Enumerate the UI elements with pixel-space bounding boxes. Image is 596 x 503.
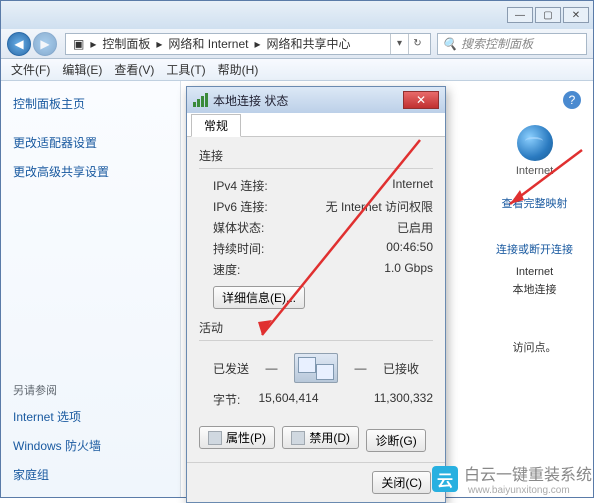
access-type-label: Internet — [496, 263, 573, 281]
dialog-titlebar[interactable]: 本地连接 状态 ✕ — [187, 87, 445, 113]
search-placeholder: 搜索控制面板 — [461, 35, 533, 52]
sidebar: 控制面板主页 更改适配器设置 更改高级共享设置 另请参阅 Internet 选项… — [1, 81, 181, 497]
menu-view[interactable]: 查看(V) — [108, 61, 160, 78]
breadcrumb-seg-2[interactable]: 网络和 Internet — [165, 35, 251, 52]
dash-icon: — — [354, 361, 366, 375]
close-button[interactable]: 关闭(C) — [372, 471, 431, 494]
maximize-button[interactable]: ▢ — [535, 7, 561, 23]
tab-row: 常规 — [187, 113, 445, 137]
duration-value: 00:46:50 — [386, 240, 433, 257]
sidebar-firewall[interactable]: Windows 防火墙 — [13, 431, 168, 460]
help-icon[interactable]: ? — [563, 91, 581, 109]
media-label: 媒体状态: — [213, 219, 264, 236]
connection-section-label: 连接 — [199, 147, 433, 164]
view-full-map-link[interactable]: 查看完整映射 — [496, 195, 573, 211]
bytes-recv-value: 11,300,332 — [337, 391, 433, 408]
menu-file[interactable]: 文件(F) — [5, 61, 56, 78]
local-connection-link[interactable]: 本地连接 — [496, 281, 573, 299]
sidebar-internet-options[interactable]: Internet 选项 — [13, 402, 168, 431]
dialog-body: 连接 IPv4 连接: Internet IPv6 连接: 无 Internet 访… — [187, 137, 445, 462]
network-map: Internet 查看完整映射 连接或断开连接 Internet 本地连接 访问… — [496, 125, 573, 357]
search-input[interactable]: 🔍 搜索控制面板 — [437, 33, 587, 55]
duration-label: 持续时间: — [213, 240, 264, 257]
signal-icon — [193, 93, 209, 107]
menu-bar: 文件(F) 编辑(E) 查看(V) 工具(T) 帮助(H) — [1, 59, 593, 81]
chevron-right-icon: ▸ — [153, 37, 165, 51]
refresh-button[interactable]: ↻ — [408, 34, 426, 54]
window-titlebar: — ▢ ✕ — [1, 1, 593, 29]
sidebar-adapters[interactable]: 更改适配器设置 — [13, 128, 168, 157]
ipv6-label: IPv6 连接: — [213, 198, 268, 215]
chevron-right-icon: ▸ — [251, 37, 263, 51]
media-value: 已启用 — [397, 219, 433, 236]
recv-label: 已接收 — [383, 360, 419, 377]
dash-icon: — — [266, 361, 278, 375]
dialog-title: 本地连接 状态 — [213, 92, 288, 109]
ipv4-value: Internet — [392, 177, 433, 194]
ipv6-value: 无 Internet 访问权限 — [326, 198, 433, 215]
watermark-url: www.baiyunxitong.com — [468, 485, 592, 496]
shield-icon — [291, 431, 305, 445]
activity-section-label: 活动 — [199, 319, 433, 336]
properties-button[interactable]: 属性(P) — [199, 426, 275, 449]
sidebar-sharing[interactable]: 更改高级共享设置 — [13, 157, 168, 186]
breadcrumb-seg-3[interactable]: 网络和共享中心 — [263, 35, 353, 52]
local-connection-status-dialog: 本地连接 状态 ✕ 常规 连接 IPv4 连接: Internet IPv6 连接… — [186, 86, 446, 503]
bytes-label: 字节: — [213, 391, 240, 408]
shield-icon — [208, 431, 222, 445]
chevron-down-icon[interactable]: ▾ — [390, 34, 408, 54]
internet-label: Internet — [496, 165, 573, 177]
menu-tools[interactable]: 工具(T) — [160, 61, 211, 78]
search-icon: 🔍 — [442, 37, 457, 51]
watermark: 云 白云一键重装系统 www.baiyunxitong.com — [432, 461, 592, 496]
computers-icon — [294, 353, 338, 383]
dialog-close-button[interactable]: ✕ — [403, 91, 439, 109]
breadcrumb[interactable]: ▣ ▸ 控制面板 ▸ 网络和 Internet ▸ 网络和共享中心 ▾ ↻ — [65, 33, 431, 55]
speed-value: 1.0 Gbps — [384, 261, 433, 278]
dialog-footer: 关闭(C) — [187, 462, 445, 502]
watermark-logo-icon: 云 — [432, 466, 458, 492]
sent-label: 已发送 — [213, 360, 249, 377]
sidebar-homegroup[interactable]: 家庭组 — [13, 460, 168, 489]
disable-button[interactable]: 禁用(D) — [282, 426, 359, 449]
forward-button[interactable]: ▶ — [33, 32, 57, 56]
back-button[interactable]: ◀ — [7, 32, 31, 56]
ipv4-label: IPv4 连接: — [213, 177, 268, 194]
bytes-sent-value: 15,604,414 — [240, 391, 336, 408]
watermark-text: 白云一键重装系统 — [464, 467, 592, 484]
sidebar-home[interactable]: 控制面板主页 — [13, 89, 168, 118]
details-button[interactable]: 详细信息(E)... — [213, 286, 305, 309]
minimize-button[interactable]: — — [507, 7, 533, 23]
address-bar: ◀ ▶ ▣ ▸ 控制面板 ▸ 网络和 Internet ▸ 网络和共享中心 ▾ … — [1, 29, 593, 59]
speed-label: 速度: — [213, 261, 240, 278]
tab-general[interactable]: 常规 — [191, 114, 241, 137]
breadcrumb-seg-1[interactable]: 控制面板 — [99, 35, 153, 52]
chevron-right-icon: ▸ — [87, 37, 99, 51]
sidebar-seealso-label: 另请参阅 — [13, 382, 168, 402]
close-window-button[interactable]: ✕ — [563, 7, 589, 23]
diagnose-button[interactable]: 诊断(G) — [366, 429, 425, 452]
menu-edit[interactable]: 编辑(E) — [56, 61, 108, 78]
visit-hint: 访问点。 — [496, 339, 573, 357]
menu-help[interactable]: 帮助(H) — [212, 61, 265, 78]
root-icon: ▣ — [70, 37, 87, 51]
connect-disconnect-link[interactable]: 连接或断开连接 — [496, 241, 573, 257]
internet-globe-icon — [517, 125, 553, 161]
